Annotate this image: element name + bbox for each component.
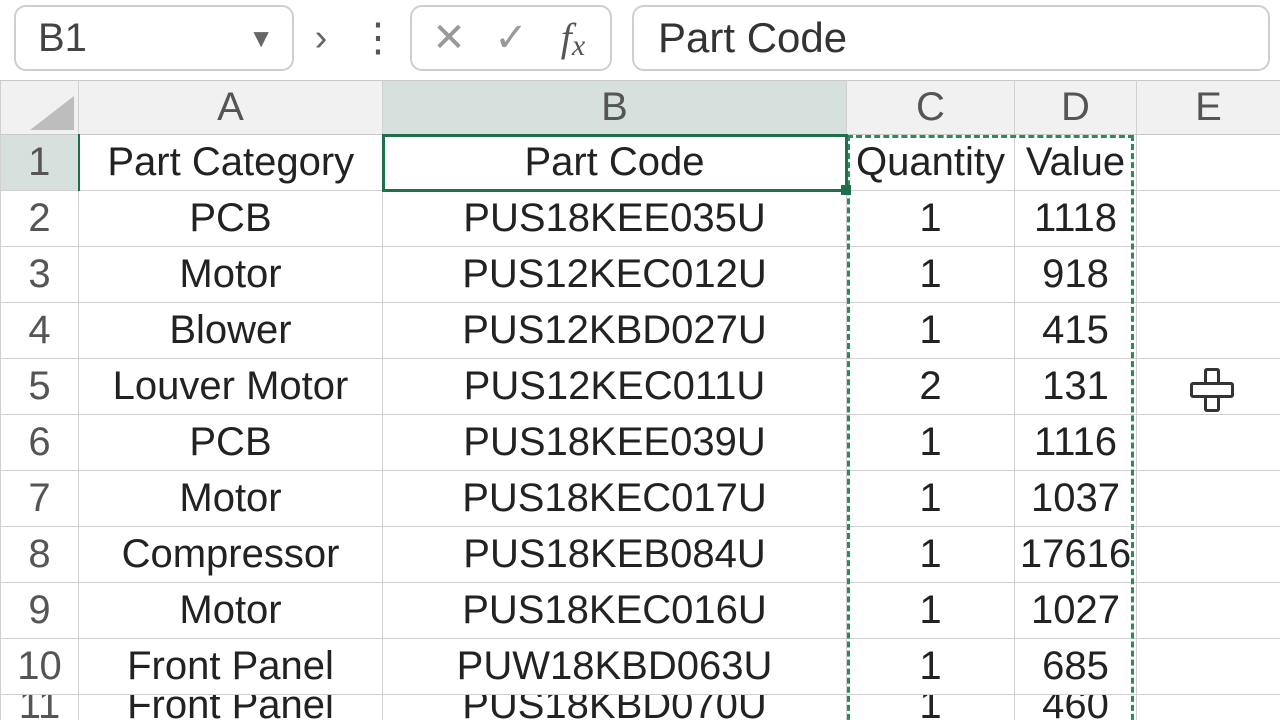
cell-A8[interactable]: Compressor: [79, 527, 383, 583]
cell-C5[interactable]: 2: [847, 359, 1015, 415]
fx-icon[interactable]: fx: [542, 5, 604, 71]
formula-bar: B1 ▼ › ⋮ ✕ ✓ fx Part Code: [0, 0, 1280, 80]
row-header-11[interactable]: 11: [1, 695, 79, 720]
cell-E7[interactable]: [1137, 471, 1280, 527]
cell-B2[interactable]: PUS18KEE035U: [383, 191, 847, 247]
cell-E4[interactable]: [1137, 303, 1280, 359]
cell-C10[interactable]: 1: [847, 639, 1015, 695]
cell-E1[interactable]: [1137, 135, 1280, 191]
cell-E11[interactable]: [1137, 695, 1280, 720]
cell-C8[interactable]: 1: [847, 527, 1015, 583]
cell-D5[interactable]: 131: [1015, 359, 1137, 415]
col-header-E[interactable]: E: [1137, 81, 1280, 135]
cell-A6[interactable]: PCB: [79, 415, 383, 471]
cell-A3[interactable]: Motor: [79, 247, 383, 303]
cell-E3[interactable]: [1137, 247, 1280, 303]
cell-C1[interactable]: Quantity: [847, 135, 1015, 191]
cell-C6[interactable]: 1: [847, 415, 1015, 471]
chevron-right-icon[interactable]: ›: [298, 5, 344, 71]
cell-E6[interactable]: [1137, 415, 1280, 471]
cell-B5[interactable]: PUS12KEC011U: [383, 359, 847, 415]
cell-D1[interactable]: Value: [1015, 135, 1137, 191]
cell-B8[interactable]: PUS18KEB084U: [383, 527, 847, 583]
cell-D4[interactable]: 415: [1015, 303, 1137, 359]
cell-A10[interactable]: Front Panel: [79, 639, 383, 695]
table-row: 3MotorPUS12KEC012U1918: [1, 247, 1280, 303]
cell-B3[interactable]: PUS12KEC012U: [383, 247, 847, 303]
cell-C9[interactable]: 1: [847, 583, 1015, 639]
cell-C4[interactable]: 1: [847, 303, 1015, 359]
cell-C7[interactable]: 1: [847, 471, 1015, 527]
row-header-5[interactable]: 5: [1, 359, 79, 415]
cell-B6[interactable]: PUS18KEE039U: [383, 415, 847, 471]
select-all-corner[interactable]: [1, 81, 79, 135]
table-row: 4BlowerPUS12KBD027U1415: [1, 303, 1280, 359]
cell-D7[interactable]: 1037: [1015, 471, 1137, 527]
cancel-icon[interactable]: ✕: [418, 5, 480, 71]
name-box-value: B1: [38, 16, 87, 61]
cell-B10[interactable]: PUW18KBD063U: [383, 639, 847, 695]
name-box[interactable]: B1 ▼: [14, 5, 294, 71]
table-row: 7MotorPUS18KEC017U11037: [1, 471, 1280, 527]
row-1: 1 Part Category Part Code Quantity Value: [1, 135, 1280, 191]
col-header-C[interactable]: C: [847, 81, 1015, 135]
spreadsheet-grid[interactable]: A B C D E 1 Part Category Part Code Quan…: [0, 80, 1280, 720]
cell-A11[interactable]: Front Panel: [79, 695, 383, 720]
cell-B7[interactable]: PUS18KEC017U: [383, 471, 847, 527]
cell-C3[interactable]: 1: [847, 247, 1015, 303]
cell-D2[interactable]: 1118: [1015, 191, 1137, 247]
cell-A4[interactable]: Blower: [79, 303, 383, 359]
cell-D11[interactable]: 460: [1015, 695, 1137, 720]
table-row: 8CompressorPUS18KEB084U117616: [1, 527, 1280, 583]
cell-D8[interactable]: 17616: [1015, 527, 1137, 583]
cell-B1[interactable]: Part Code: [383, 135, 847, 191]
col-header-B[interactable]: B: [383, 81, 847, 135]
row-header-4[interactable]: 4: [1, 303, 79, 359]
table-row: 5Louver MotorPUS12KEC011U2131: [1, 359, 1280, 415]
formula-input[interactable]: Part Code: [632, 5, 1270, 71]
cell-E10[interactable]: [1137, 639, 1280, 695]
column-header-row: A B C D E: [1, 81, 1280, 135]
cell-E8[interactable]: [1137, 527, 1280, 583]
cell-A7[interactable]: Motor: [79, 471, 383, 527]
row-header-3[interactable]: 3: [1, 247, 79, 303]
cell-A2[interactable]: PCB: [79, 191, 383, 247]
row-header-2[interactable]: 2: [1, 191, 79, 247]
formula-text: Part Code: [658, 14, 847, 62]
row-header-10[interactable]: 10: [1, 639, 79, 695]
formula-actions: ✕ ✓ fx: [410, 5, 612, 71]
accept-icon[interactable]: ✓: [480, 5, 542, 71]
more-options-icon[interactable]: ⋮: [352, 5, 398, 71]
cell-D3[interactable]: 918: [1015, 247, 1137, 303]
cell-B4[interactable]: PUS12KBD027U: [383, 303, 847, 359]
table-row: 10Front PanelPUW18KBD063U1685: [1, 639, 1280, 695]
col-header-D[interactable]: D: [1015, 81, 1137, 135]
cell-A1[interactable]: Part Category: [79, 135, 383, 191]
row-11: 11 Front Panel PUS18KBD070U 1 460: [1, 695, 1280, 720]
row-header-7[interactable]: 7: [1, 471, 79, 527]
cell-E9[interactable]: [1137, 583, 1280, 639]
cell-B11[interactable]: PUS18KBD070U: [383, 695, 847, 720]
row-header-6[interactable]: 6: [1, 415, 79, 471]
row-header-8[interactable]: 8: [1, 527, 79, 583]
cell-A5[interactable]: Louver Motor: [79, 359, 383, 415]
table-row: 2PCBPUS18KEE035U11118: [1, 191, 1280, 247]
cell-C11[interactable]: 1: [847, 695, 1015, 720]
row-header-1[interactable]: 1: [1, 135, 79, 191]
table-row: 9MotorPUS18KEC016U11027: [1, 583, 1280, 639]
cell-D9[interactable]: 1027: [1015, 583, 1137, 639]
col-header-A[interactable]: A: [79, 81, 383, 135]
cell-E5[interactable]: [1137, 359, 1280, 415]
cell-D6[interactable]: 1116: [1015, 415, 1137, 471]
cell-C2[interactable]: 1: [847, 191, 1015, 247]
table-row: 6PCBPUS18KEE039U11116: [1, 415, 1280, 471]
cell-D10[interactable]: 685: [1015, 639, 1137, 695]
row-header-9[interactable]: 9: [1, 583, 79, 639]
cell-A9[interactable]: Motor: [79, 583, 383, 639]
chevron-down-icon[interactable]: ▼: [248, 23, 274, 54]
cell-E2[interactable]: [1137, 191, 1280, 247]
cell-B9[interactable]: PUS18KEC016U: [383, 583, 847, 639]
